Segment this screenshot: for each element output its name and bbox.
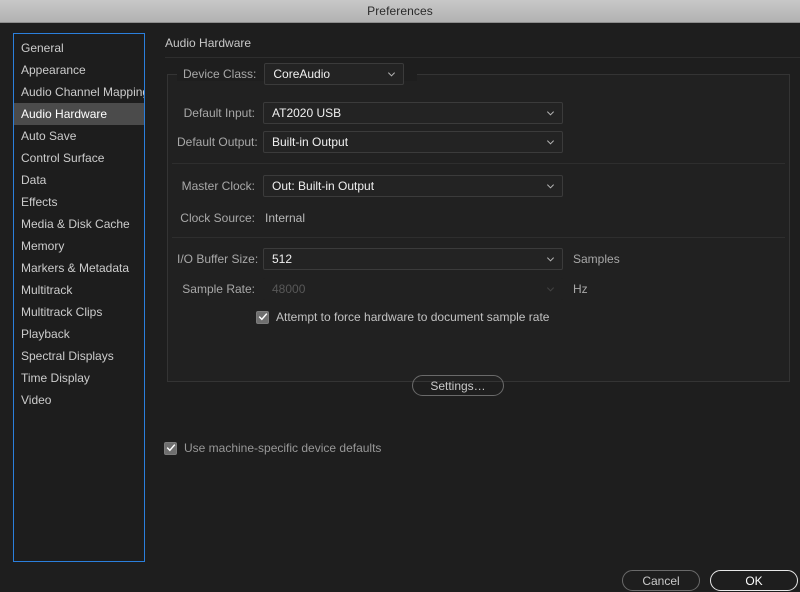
chevron-down-icon <box>546 138 555 147</box>
sidebar-item-data[interactable]: Data <box>14 169 144 191</box>
sidebar-item-multitrack[interactable]: Multitrack <box>14 279 144 301</box>
chevron-down-icon <box>546 255 555 264</box>
force-sample-rate-row[interactable]: Attempt to force hardware to document sa… <box>256 310 549 324</box>
checkmark-icon <box>166 443 176 453</box>
section-divider-2 <box>172 237 785 238</box>
master-clock-value: Out: Built-in Output <box>272 179 374 193</box>
sample-rate-unit: Hz <box>573 282 588 296</box>
default-input-dropdown[interactable]: AT2020 USB <box>263 102 563 124</box>
chevron-down-icon <box>546 109 555 118</box>
io-buffer-size-row: I/O Buffer Size: 512 Samples <box>177 248 620 270</box>
default-input-row: Default Input: AT2020 USB <box>183 102 563 124</box>
sidebar-item-general[interactable]: General <box>14 37 144 59</box>
sidebar-item-media-disk-cache[interactable]: Media & Disk Cache <box>14 213 144 235</box>
io-buffer-size-label: I/O Buffer Size: <box>177 252 255 266</box>
io-buffer-size-value: 512 <box>272 252 292 266</box>
clock-source-row: Clock Source: Internal <box>177 207 305 229</box>
sample-rate-row: Sample Rate: 48000 Hz <box>177 278 588 300</box>
default-output-dropdown[interactable]: Built-in Output <box>263 131 563 153</box>
checkbox-checked-icon[interactable] <box>256 311 269 324</box>
sidebar-item-multitrack-clips[interactable]: Multitrack Clips <box>14 301 144 323</box>
sample-rate-dropdown: 48000 <box>263 278 563 300</box>
ok-button[interactable]: OK <box>710 570 798 591</box>
force-sample-rate-label: Attempt to force hardware to document sa… <box>276 310 549 324</box>
sidebar-item-time-display[interactable]: Time Display <box>14 367 144 389</box>
sidebar-item-video[interactable]: Video <box>14 389 144 411</box>
default-output-label: Default Output: <box>177 135 255 149</box>
title-divider <box>165 57 800 58</box>
device-class-dropdown[interactable]: CoreAudio <box>264 63 404 85</box>
machine-defaults-label: Use machine-specific device defaults <box>184 441 381 455</box>
page-title: Audio Hardware <box>165 36 251 50</box>
sidebar-item-control-surface[interactable]: Control Surface <box>14 147 144 169</box>
audio-hardware-panel: Audio Hardware Device Class: CoreAudio D… <box>155 30 800 560</box>
master-clock-dropdown[interactable]: Out: Built-in Output <box>263 175 563 197</box>
checkmark-icon <box>258 312 268 322</box>
default-input-value: AT2020 USB <box>272 106 341 120</box>
clock-source-value: Internal <box>265 211 305 225</box>
clock-source-label: Clock Source: <box>177 211 255 225</box>
sidebar-item-appearance[interactable]: Appearance <box>14 59 144 81</box>
sidebar-item-markers-metadata[interactable]: Markers & Metadata <box>14 257 144 279</box>
default-input-label: Default Input: <box>183 106 255 120</box>
chevron-down-icon <box>387 70 396 79</box>
sidebar-item-effects[interactable]: Effects <box>14 191 144 213</box>
sidebar-item-memory[interactable]: Memory <box>14 235 144 257</box>
device-class-value: CoreAudio <box>273 67 330 81</box>
device-class-label: Device Class: <box>183 67 256 81</box>
chevron-down-icon <box>546 285 555 294</box>
master-clock-label: Master Clock: <box>177 179 255 193</box>
sidebar-item-audio-channel-mapping[interactable]: Audio Channel Mapping <box>14 81 144 103</box>
default-output-row: Default Output: Built-in Output <box>177 131 563 153</box>
checkbox-checked-icon[interactable] <box>164 442 177 455</box>
window-titlebar: Preferences <box>0 0 800 23</box>
sidebar-item-audio-hardware[interactable]: Audio Hardware <box>14 103 144 125</box>
sidebar-item-auto-save[interactable]: Auto Save <box>14 125 144 147</box>
master-clock-row: Master Clock: Out: Built-in Output <box>177 175 563 197</box>
cancel-button[interactable]: Cancel <box>622 570 700 591</box>
window-title: Preferences <box>367 4 433 18</box>
io-buffer-size-unit: Samples <box>573 252 620 266</box>
chevron-down-icon <box>546 182 555 191</box>
sample-rate-label: Sample Rate: <box>177 282 255 296</box>
settings-button[interactable]: Settings… <box>412 375 504 396</box>
default-output-value: Built-in Output <box>272 135 348 149</box>
sidebar-item-playback[interactable]: Playback <box>14 323 144 345</box>
io-buffer-size-dropdown[interactable]: 512 <box>263 248 563 270</box>
device-class-row: Device Class: CoreAudio <box>183 63 404 85</box>
section-divider-1 <box>172 163 785 164</box>
sidebar-item-spectral-displays[interactable]: Spectral Displays <box>14 345 144 367</box>
preferences-category-list[interactable]: General Appearance Audio Channel Mapping… <box>13 33 145 562</box>
sample-rate-value: 48000 <box>272 282 305 296</box>
machine-defaults-row[interactable]: Use machine-specific device defaults <box>164 441 381 455</box>
